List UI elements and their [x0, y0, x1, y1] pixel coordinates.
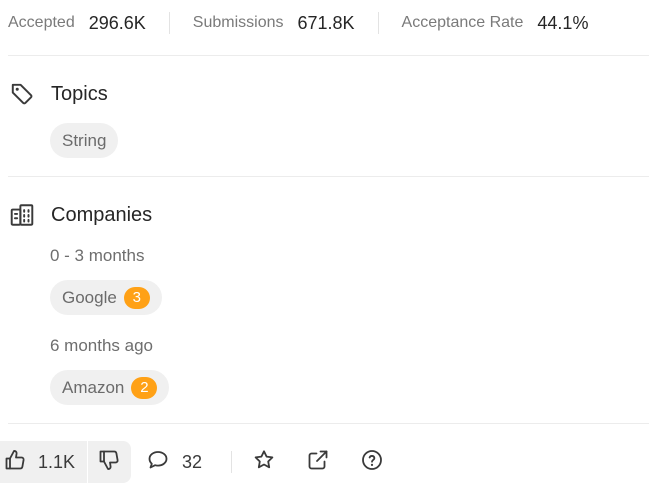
thumbs-down-icon [97, 448, 121, 477]
like-button[interactable]: 1.1K [0, 441, 87, 483]
companies-title: Companies [51, 203, 153, 226]
submissions-label: Submissions [192, 14, 284, 31]
accepted-label: Accepted [8, 14, 75, 31]
stat-acceptance-rate: Acceptance Rate 44.1% [402, 13, 589, 34]
topic-tag-string[interactable]: String [50, 123, 119, 158]
external-link-icon [306, 448, 330, 477]
star-icon [252, 448, 276, 477]
acceptance-rate-label: Acceptance Rate [401, 14, 524, 31]
question-circle-icon [360, 448, 384, 477]
company-name: Amazon [62, 377, 125, 397]
section-divider [8, 176, 649, 177]
comment-count: 32 [182, 451, 203, 472]
topics-header[interactable]: Topics [9, 80, 108, 108]
divider [377, 12, 379, 34]
action-divider [231, 451, 232, 473]
topics-title: Topics [51, 82, 108, 105]
submissions-value: 671.8K [297, 12, 355, 33]
period-label: 6 months ago [50, 336, 154, 355]
favorite-button[interactable] [252, 441, 276, 483]
stats-row: Accepted 296.6K Submissions 671.8K Accep… [8, 8, 649, 38]
share-button[interactable] [306, 441, 330, 483]
company-name: Google [62, 287, 117, 307]
acceptance-rate-value: 44.1% [537, 12, 589, 33]
divider [168, 12, 170, 34]
thumbs-up-icon [3, 448, 27, 477]
companies-header[interactable]: Companies [9, 201, 152, 229]
company-tag-google[interactable]: Google 3 [50, 280, 162, 315]
like-count: 1.1K [38, 451, 76, 472]
stat-submissions: Submissions 671.8K [193, 13, 355, 34]
comments-button[interactable]: 32 [146, 441, 202, 483]
stat-accepted: Accepted 296.6K [8, 13, 146, 34]
accepted-value: 296.6K [88, 12, 146, 33]
vote-group: 1.1K [0, 441, 132, 483]
period-label: 0 - 3 months [50, 246, 145, 265]
company-count-badge: 2 [131, 376, 158, 399]
company-tag-amazon[interactable]: Amazon 2 [50, 370, 170, 405]
section-divider [8, 55, 649, 56]
section-divider [8, 423, 649, 424]
comment-icon [146, 448, 170, 477]
help-button[interactable] [360, 441, 384, 483]
dislike-button[interactable] [88, 441, 131, 483]
topic-tag-label: String [62, 130, 107, 150]
building-icon [9, 202, 35, 228]
company-count-badge: 3 [123, 286, 150, 309]
tag-icon [9, 81, 35, 107]
